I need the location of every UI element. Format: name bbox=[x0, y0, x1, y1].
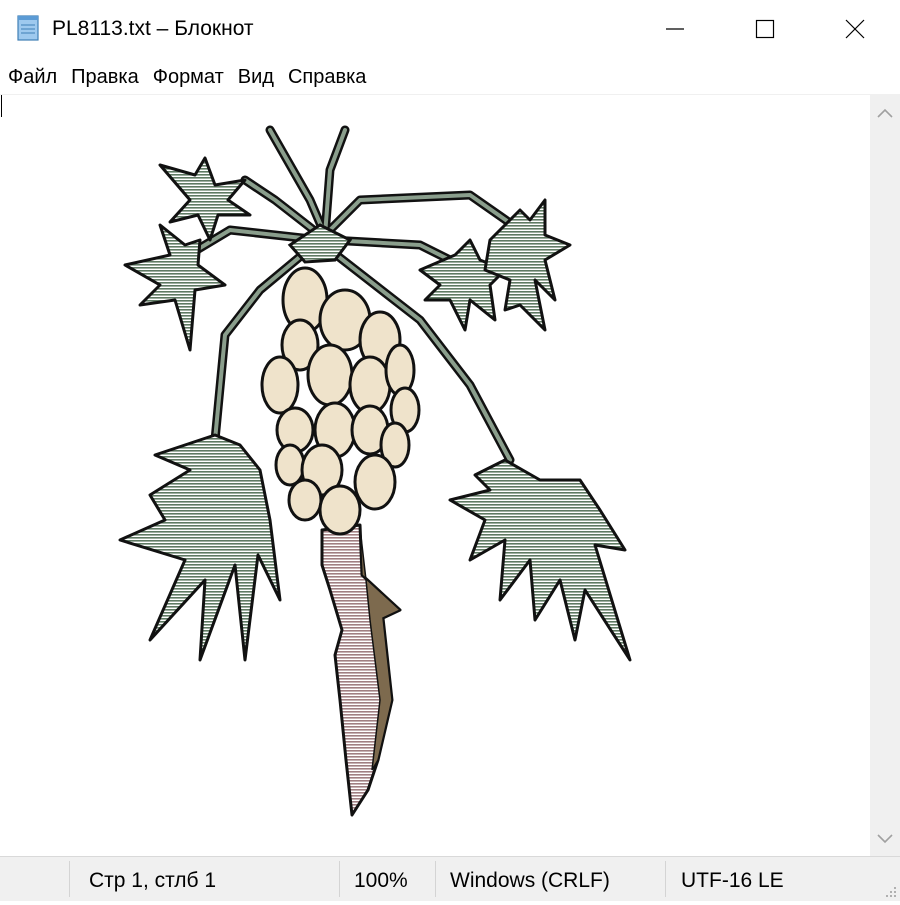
resize-grip-icon[interactable] bbox=[883, 884, 897, 898]
zoom-level: 100% bbox=[354, 869, 408, 892]
status-divider bbox=[69, 861, 70, 897]
papaya-tree-illustration bbox=[118, 125, 632, 817]
scroll-up-button[interactable] bbox=[870, 98, 900, 128]
status-divider bbox=[435, 861, 436, 897]
line-endings: Windows (CRLF) bbox=[450, 869, 610, 892]
status-divider bbox=[339, 861, 340, 897]
vertical-scrollbar[interactable] bbox=[870, 94, 900, 856]
scroll-down-button[interactable] bbox=[870, 824, 900, 854]
status-bar: Стр 1, стлб 1 100% Windows (CRLF) UTF-16… bbox=[0, 856, 900, 901]
encoding: UTF-16 LE bbox=[681, 869, 784, 892]
chevron-down-icon bbox=[877, 834, 893, 844]
cursor-position: Стр 1, стлб 1 bbox=[89, 869, 217, 892]
chevron-up-icon bbox=[877, 108, 893, 118]
status-divider bbox=[665, 861, 666, 897]
